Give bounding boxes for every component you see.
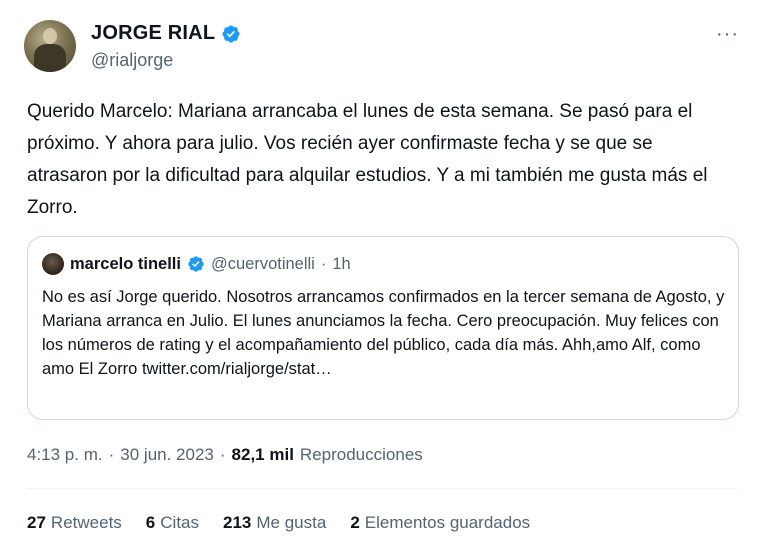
quoted-author-avatar[interactable]	[42, 253, 64, 275]
quoted-verified-badge-icon	[188, 256, 204, 272]
stat-label: Citas	[160, 513, 199, 532]
divider	[27, 488, 739, 489]
tweet-time[interactable]: 4:13 p. m.	[27, 445, 103, 465]
engagement-stats: 27 Retweets 6 Citas 213 Me gusta 2 Eleme…	[27, 513, 530, 533]
quoted-tweet-card[interactable]: marcelo tinelli @cuervotinelli · 1h No e…	[27, 236, 739, 420]
verified-badge-icon	[222, 24, 240, 43]
avatar-body-shape	[34, 44, 66, 72]
tweet-date[interactable]: 30 jun. 2023	[120, 445, 214, 465]
author-handle[interactable]: @rialjorge	[91, 50, 173, 71]
views-count: 82,1 mil	[231, 445, 294, 464]
stat-label: Retweets	[50, 513, 122, 532]
more-options-icon[interactable]: ···	[716, 24, 739, 44]
tweet-meta: 4:13 p. m. · 30 jun. 2023 · 82,1 mil Rep…	[27, 445, 423, 465]
stat-number: 27	[27, 513, 46, 532]
retweets-stat[interactable]: 27 Retweets	[27, 513, 122, 533]
bookmarks-stat[interactable]: 2 Elementos guardados	[350, 513, 530, 533]
stat-number: 6	[145, 513, 156, 532]
separator-dot: ·	[219, 445, 226, 464]
tweet-text: Querido Marcelo: Mariana arrancaba el lu…	[27, 101, 708, 218]
stat-number: 2	[350, 513, 360, 532]
quoted-author-handle[interactable]: @cuervotinelli	[211, 255, 315, 274]
likes-stat[interactable]: 213 Me gusta	[223, 513, 326, 533]
author-name[interactable]: JORGE RIAL	[91, 22, 215, 45]
avatar-head-shape	[43, 28, 57, 44]
quoted-tweet-time[interactable]: 1h	[332, 255, 350, 274]
quotes-stat[interactable]: 6 Citas	[146, 513, 199, 533]
author-avatar[interactable]	[24, 20, 76, 72]
author-name-row[interactable]: JORGE RIAL	[91, 22, 241, 45]
separator-dot: ·	[320, 254, 327, 273]
stat-label: Elementos guardados	[364, 513, 531, 532]
quoted-tweet-header: marcelo tinelli @cuervotinelli · 1h	[42, 253, 351, 275]
stat-number: 213	[223, 513, 252, 532]
quoted-tweet-text: No es así Jorge querido. Nosotros arranc…	[42, 288, 725, 378]
stat-label: Me gusta	[256, 513, 327, 532]
separator-dot: ·	[108, 445, 115, 464]
quoted-author-name[interactable]: marcelo tinelli	[70, 255, 181, 274]
views-label[interactable]: Reproducciones	[300, 445, 423, 465]
